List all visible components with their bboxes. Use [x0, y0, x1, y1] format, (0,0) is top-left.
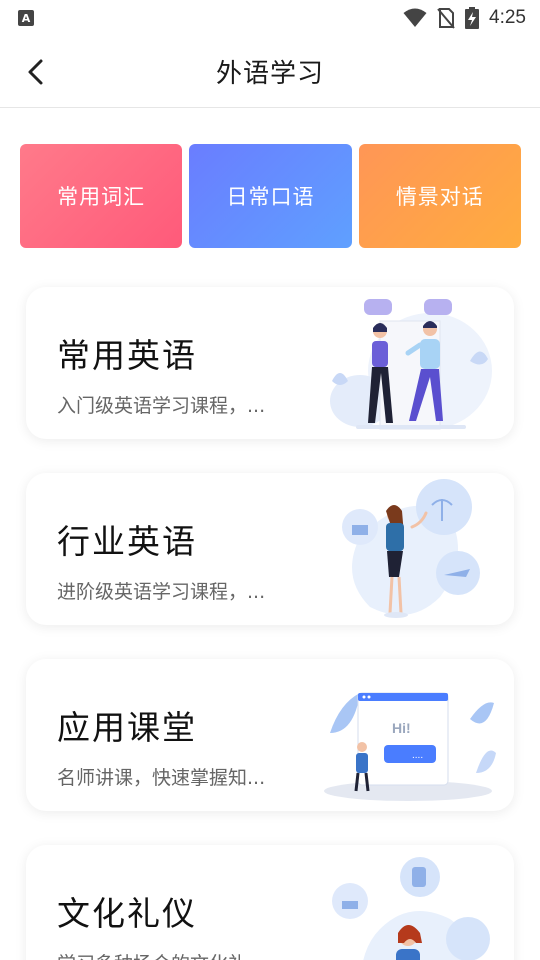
course-description: 学习多种场合的文化礼...	[57, 949, 265, 960]
app-bar: 外语学习	[0, 36, 540, 108]
wifi-icon	[403, 8, 427, 27]
course-title: 常用英语	[57, 336, 197, 375]
battery-charging-icon	[465, 7, 480, 29]
course-description: 名师讲课，快速掌握知...	[57, 767, 266, 789]
back-button[interactable]	[18, 54, 54, 90]
page-title: 外语学习	[215, 59, 324, 89]
course-card-applied-class[interactable]: 应用课堂 名师讲课，快速掌握知... Hi! ....	[26, 659, 514, 811]
course-card-common-english[interactable]: 常用英语 入门级英语学习课程，...	[26, 287, 514, 439]
status-left: A	[18, 10, 34, 26]
course-title: 行业英语	[57, 522, 197, 561]
course-title: 应用课堂	[57, 708, 197, 747]
online-class-illustration: Hi! ....	[324, 692, 496, 801]
no-sim-icon	[437, 8, 455, 29]
category-row: 常用词汇 日常口语 情景对话	[20, 144, 521, 248]
culture-illustration	[332, 857, 490, 960]
notification-app-icon: A	[18, 10, 34, 26]
course-card-industry-english[interactable]: 行业英语 进阶级英语学习课程，...	[26, 473, 514, 625]
bubble-text: Hi!	[392, 720, 411, 736]
course-description: 进阶级英语学习课程，...	[57, 581, 266, 603]
course-description: 入门级英语学习课程，...	[57, 395, 266, 417]
svg-text:....: ....	[412, 750, 423, 761]
category-button-vocabulary[interactable]: 常用词汇	[20, 144, 183, 248]
travel-illustration	[342, 479, 480, 618]
status-time: 4:25	[489, 7, 526, 28]
status-bar: A 4:25	[0, 0, 540, 36]
category-button-spoken[interactable]: 日常口语	[189, 144, 352, 248]
conversation-illustration	[330, 299, 492, 430]
status-right: 4:25	[403, 7, 526, 29]
category-button-dialogue[interactable]: 情景对话	[358, 144, 521, 248]
chevron-left-icon	[28, 59, 43, 85]
course-title: 文化礼仪	[57, 894, 197, 933]
course-card-culture-etiquette[interactable]: 文化礼仪 学习多种场合的文化礼...	[26, 845, 514, 960]
